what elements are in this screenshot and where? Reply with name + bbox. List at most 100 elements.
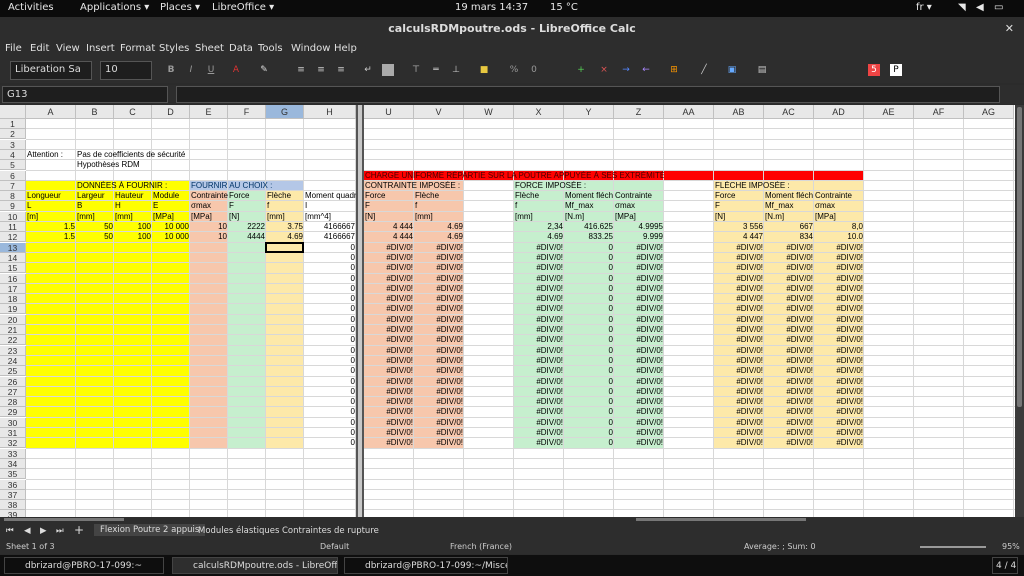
cell-v8[interactable]: Flèche [414,191,464,201]
cell-u16[interactable]: #DIV/0! [364,274,414,284]
cell-ad16[interactable]: #DIV/0! [814,274,864,284]
number-format-icon[interactable]: ■ [478,64,490,76]
cell-u6[interactable]: CHARGE UNIFORME RÉPARTIE SUR LA POUTRE A… [364,171,664,181]
cell-v32[interactable]: #DIV/0! [414,438,464,448]
cell-x14[interactable]: #DIV/0! [514,253,564,263]
cell-u13[interactable]: #DIV/0! [364,243,414,253]
cell-ac26[interactable]: #DIV/0! [764,377,814,387]
cell-z23[interactable]: #DIV/0! [614,346,664,356]
column-header-v[interactable]: V [414,105,464,119]
border-style-icon[interactable]: ╱ [698,64,710,76]
row-header-39[interactable]: 39 [0,510,26,517]
task-libreoffice[interactable]: calculsRDMpoutre.ods - LibreOffic... [172,557,338,574]
cell-ac19[interactable]: #DIV/0! [764,304,814,314]
cell-x10[interactable]: [mm] [514,212,564,222]
cell-x18[interactable]: #DIV/0! [514,294,564,304]
row-header-26[interactable]: 26 [0,376,26,387]
cell-b12[interactable]: 50 [76,232,114,242]
cell-u15[interactable]: #DIV/0! [364,263,414,273]
cell-ad13[interactable]: #DIV/0! [814,243,864,253]
cell-y9[interactable]: Mf_max [564,201,614,211]
column-header-b[interactable]: B [76,105,114,119]
cell-g8[interactable]: Flèche [266,191,304,201]
cell-ab15[interactable]: #DIV/0! [714,263,764,273]
align-top-icon[interactable]: ⊤ [410,64,422,76]
cell-ac11[interactable]: 667 [764,222,814,232]
column-header-z[interactable]: Z [614,105,664,119]
cell-ad10[interactable]: [MPa] [814,212,864,222]
cell-ad20[interactable]: #DIV/0! [814,315,864,325]
outdent-icon[interactable]: ← [640,64,652,76]
cell-e9[interactable]: σmax [190,201,228,211]
first-sheet-icon[interactable]: ⏮ [6,526,14,536]
vertical-scroll-thumb[interactable] [1017,107,1022,407]
formula-input[interactable] [176,86,1000,103]
column-header-ad[interactable]: AD [814,105,864,119]
cell-y27[interactable]: 0 [564,387,614,397]
merge-icon[interactable] [382,64,394,76]
cell-ac9[interactable]: Mf_max [764,201,814,211]
next-sheet-icon[interactable]: ▶ [40,526,47,536]
cell-x15[interactable]: #DIV/0! [514,263,564,273]
row-header-23[interactable]: 23 [0,345,26,356]
cell-u20[interactable]: #DIV/0! [364,315,414,325]
cell-e10[interactable]: [MPa] [190,212,228,222]
cell-u11[interactable]: 4 444 [364,222,414,232]
font-name-box[interactable]: Liberation Sa [10,61,92,80]
cell-u22[interactable]: #DIV/0! [364,335,414,345]
align-left-icon[interactable]: ≡ [295,64,307,76]
cell-ad28[interactable]: #DIV/0! [814,397,864,407]
cell-y29[interactable]: 0 [564,407,614,417]
cell-ab14[interactable]: #DIV/0! [714,253,764,263]
row-header-10[interactable]: 10 [0,211,26,222]
cell-y25[interactable]: 0 [564,366,614,376]
decimal-icon[interactable]: 0 [528,64,540,76]
menu-styles[interactable]: Styles [159,43,189,54]
conditional-icon[interactable]: ▤ [756,64,768,76]
cell-z14[interactable]: #DIV/0! [614,253,664,263]
cell-z29[interactable]: #DIV/0! [614,407,664,417]
cell-ac29[interactable]: #DIV/0! [764,407,814,417]
cell-a12[interactable]: 1.5 [26,232,76,242]
cell-ab20[interactable]: #DIV/0! [714,315,764,325]
cell-ab26[interactable]: #DIV/0! [714,377,764,387]
column-header-aa[interactable]: AA [664,105,714,119]
menu-tools[interactable]: Tools [258,43,283,54]
row-header-25[interactable]: 25 [0,366,26,377]
cell-x25[interactable]: #DIV/0! [514,366,564,376]
xp-icon[interactable]: P [890,64,902,76]
cell-ad29[interactable]: #DIV/0! [814,407,864,417]
cell-e12[interactable]: 10 [190,232,228,242]
menu-data[interactable]: Data [229,43,253,54]
cell-u32[interactable]: #DIV/0! [364,438,414,448]
horizontal-scroll-thumb-left[interactable] [4,518,124,521]
cell-v14[interactable]: #DIV/0! [414,253,464,263]
tab-flexion-poutre[interactable]: Flexion Poutre 2 appuis [94,524,206,536]
cell-v20[interactable]: #DIV/0! [414,315,464,325]
cell-v17[interactable]: #DIV/0! [414,284,464,294]
cell-f12[interactable]: 4444 [228,232,266,242]
cell-ab24[interactable]: #DIV/0! [714,356,764,366]
cell-ab27[interactable]: #DIV/0! [714,387,764,397]
column-header-w[interactable]: W [464,105,514,119]
font-color-icon[interactable]: A [230,64,242,76]
cell-ac32[interactable]: #DIV/0! [764,438,814,448]
cell-z18[interactable]: #DIV/0! [614,294,664,304]
column-header-g[interactable]: G [266,105,304,119]
cell-y26[interactable]: 0 [564,377,614,387]
row-header-36[interactable]: 36 [0,479,26,490]
menu-view[interactable]: View [56,43,80,54]
cell-y32[interactable]: 0 [564,438,614,448]
row-header-11[interactable]: 11 [0,222,26,232]
cell-z19[interactable]: #DIV/0! [614,304,664,314]
cell-b8[interactable]: Largeur [76,191,114,201]
cell-v28[interactable]: #DIV/0! [414,397,464,407]
cell-v24[interactable]: #DIV/0! [414,356,464,366]
cell-u29[interactable]: #DIV/0! [364,407,414,417]
cell-u17[interactable]: #DIV/0! [364,284,414,294]
highlight-icon[interactable]: ✎ [258,64,270,76]
cell-y28[interactable]: 0 [564,397,614,407]
cell-v29[interactable]: #DIV/0! [414,407,464,417]
cell-h11[interactable]: 4166667 [304,222,356,232]
cell-a11[interactable]: 1.5 [26,222,76,232]
